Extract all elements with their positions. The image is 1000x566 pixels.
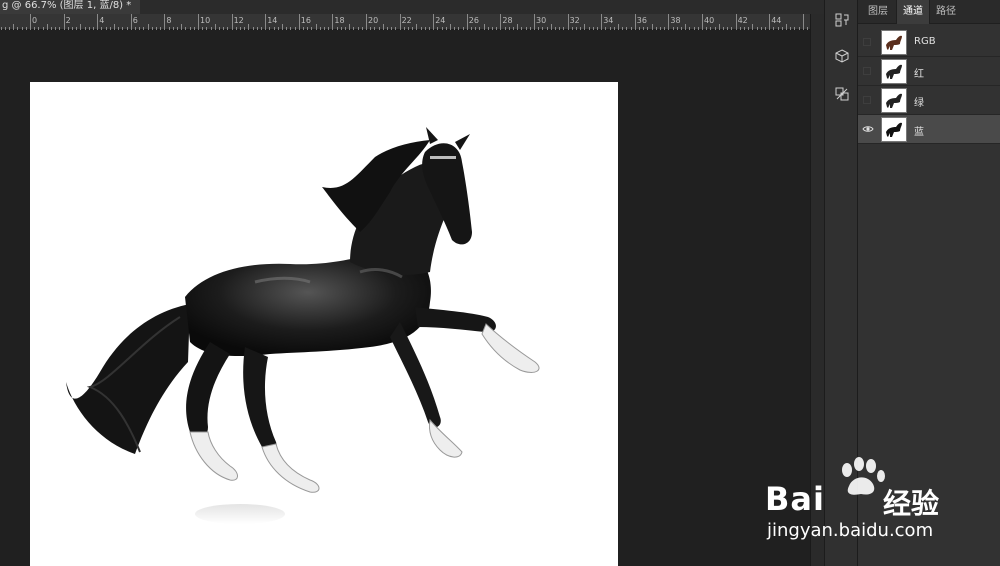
- ruler-label: 14: [267, 16, 278, 25]
- channel-row-green[interactable]: 绿: [858, 86, 1000, 115]
- tab-channels[interactable]: 通道: [896, 0, 930, 24]
- ruler-label: 44: [771, 16, 782, 25]
- watermark-brand-tail: 经验: [883, 487, 940, 520]
- channel-row-rgb[interactable]: RGB: [858, 28, 1000, 57]
- ruler-label: 32: [569, 16, 580, 25]
- channel-label: 绿: [914, 98, 924, 109]
- watermark-url: jingyan.baidu.com: [767, 520, 934, 541]
- baidu-watermark: Bai 经验 jingyan.baidu.com: [765, 450, 965, 560]
- channel-thumbnail: [881, 88, 907, 113]
- channel-label: 蓝: [914, 127, 924, 138]
- channel-thumbnail: [881, 59, 907, 84]
- ruler-label: 36: [636, 16, 647, 25]
- channel-thumbnail: [881, 30, 907, 55]
- photoshop-window: g @ 66.7% (图层 1, 蓝/8) * 0 2 4 6 8 10 12 14 16 18 2…: [0, 0, 1000, 566]
- ruler-label: 2: [65, 16, 71, 25]
- horizontal-ruler: 0 2 4 6 8 10 12 14 16 18 20 22 24 26 28 30 32 34 36 38 40 42 4…: [0, 14, 810, 30]
- horse-image: [66, 127, 540, 524]
- ruler-label: 40: [704, 16, 715, 25]
- ruler-label: 38: [670, 16, 681, 25]
- panel-tab-bar: 图层 通道 路径: [858, 0, 1000, 24]
- ruler-label: 10: [200, 16, 211, 25]
- ruler-label: 20: [368, 16, 379, 25]
- ruler-label: 16: [300, 16, 311, 25]
- document-canvas[interactable]: [30, 82, 618, 566]
- visibility-toggle[interactable]: [863, 96, 871, 104]
- channel-label: RGB: [914, 36, 936, 47]
- eye-icon[interactable]: [861, 123, 875, 135]
- properties-icon[interactable]: [832, 84, 852, 104]
- ruler-label: 8: [166, 16, 172, 25]
- ruler-label: 22: [401, 16, 412, 25]
- visibility-toggle[interactable]: [863, 38, 871, 46]
- ruler-label: 42: [737, 16, 748, 25]
- channel-label: 红: [914, 69, 924, 80]
- tab-paths[interactable]: 路径: [930, 0, 962, 24]
- history-icon[interactable]: [832, 10, 852, 30]
- ruler-label: 24: [435, 16, 446, 25]
- channel-row-red[interactable]: 红: [858, 57, 1000, 86]
- ruler-label: 28: [502, 16, 513, 25]
- channel-row-blue[interactable]: 蓝: [858, 115, 1000, 144]
- ruler-label: 0: [32, 16, 38, 25]
- ruler-label: 18: [334, 16, 345, 25]
- tab-layers[interactable]: 图层: [862, 0, 894, 24]
- ruler-label: 12: [233, 16, 244, 25]
- document-tab[interactable]: g @ 66.7% (图层 1, 蓝/8) *: [0, 0, 140, 14]
- visibility-toggle[interactable]: [863, 67, 871, 75]
- 3d-cube-icon[interactable]: [832, 46, 852, 66]
- ruler-label: 30: [536, 16, 547, 25]
- ruler-label: 4: [99, 16, 105, 25]
- channel-thumbnail: [881, 117, 907, 142]
- ruler-label: 6: [132, 16, 138, 25]
- ruler-label: 34: [603, 16, 614, 25]
- watermark-brand: Bai: [765, 480, 825, 518]
- ruler-label: 26: [468, 16, 479, 25]
